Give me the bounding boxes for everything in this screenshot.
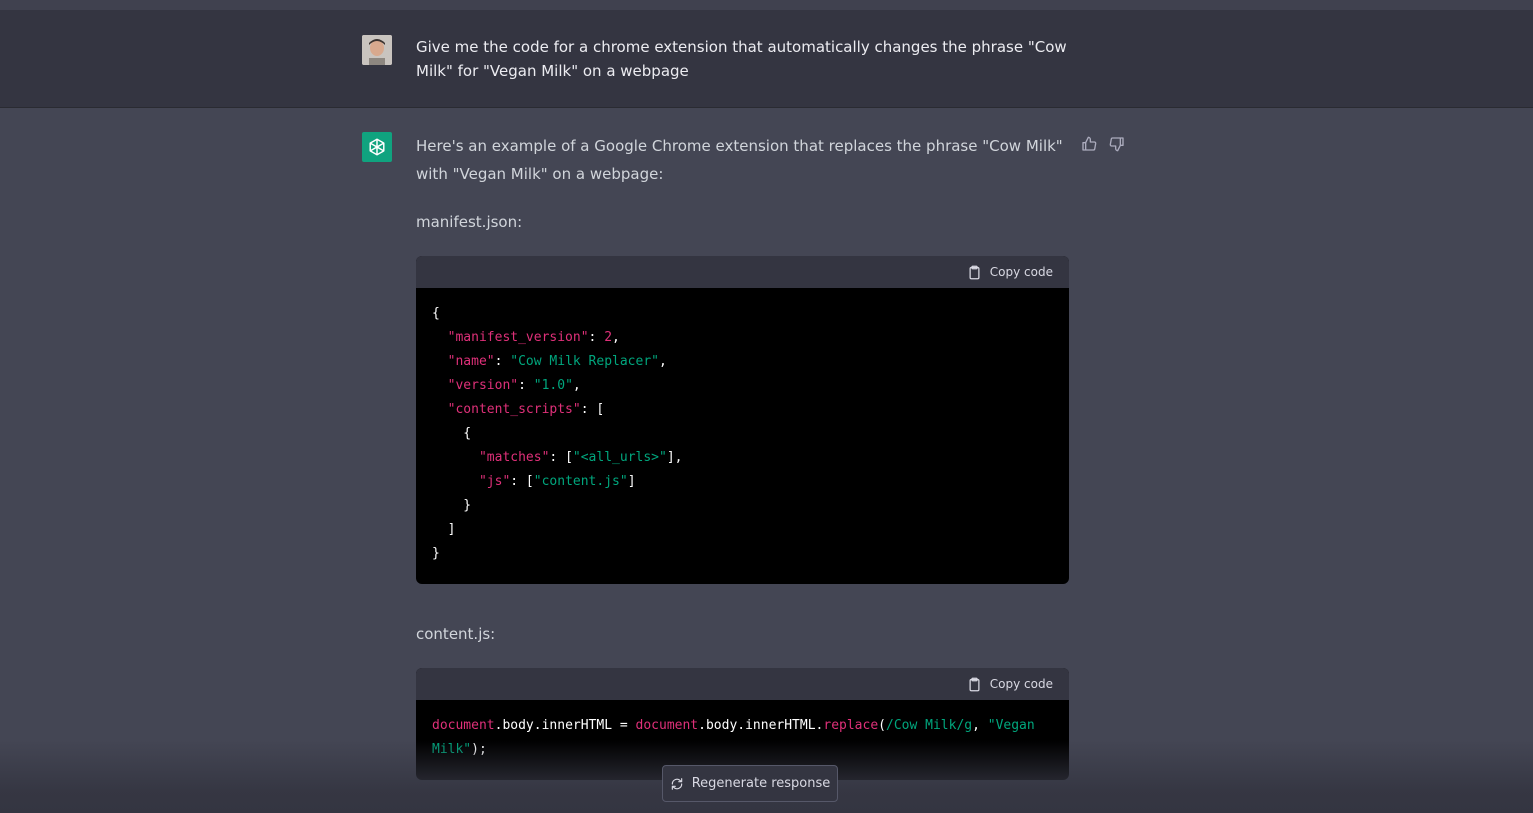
code-string: "Cow Milk Replacer": [510, 354, 659, 369]
code-token: .body.innerHTML.: [698, 718, 824, 733]
code-key: "matches": [478, 450, 550, 465]
refresh-icon: [671, 777, 682, 790]
manifest-code: { "manifest_version": 2, "name": "Cow Mi…: [432, 306, 683, 561]
code-key: "content_scripts": [447, 402, 581, 417]
code-token: }: [432, 546, 440, 561]
code-key: "js": [478, 474, 511, 489]
user-photo-icon: [362, 35, 392, 65]
code-token: replace: [823, 718, 879, 733]
openai-logo-icon: [369, 138, 385, 156]
code-string: "1.0": [533, 378, 573, 393]
code-string: "content.js": [533, 474, 628, 489]
regenerate-response-button[interactable]: Regenerate response: [662, 765, 838, 802]
code-token: /Cow Milk/g: [886, 718, 973, 733]
code-token: document: [635, 718, 699, 733]
copy-code-label: Copy code: [989, 677, 1053, 691]
user-message-text: Give me the code for a chrome extension …: [416, 38, 1067, 80]
top-strip: [0, 0, 1533, 10]
user-message-row: Give me the code for a chrome extension …: [0, 10, 1533, 108]
content-filename-label: content.js:: [416, 625, 496, 643]
copy-code-button[interactable]: Copy code: [967, 677, 1053, 692]
content-code-block: Copy code document.body.innerHTML = docu…: [416, 668, 1069, 780]
thumbs-down-icon: [1109, 137, 1124, 152]
manifest-filename-label: manifest.json:: [416, 213, 523, 231]
user-avatar: [362, 35, 392, 65]
code-token: .body.innerHTML =: [494, 718, 636, 733]
thumbs-up-button[interactable]: [1079, 134, 1099, 154]
assistant-avatar: [362, 132, 392, 162]
code-key: "name": [447, 354, 495, 369]
code-string: "<all_urls>": [572, 450, 667, 465]
copy-code-button[interactable]: Copy code: [967, 265, 1053, 280]
code-number: 2: [604, 330, 613, 345]
code-token: Milk": [432, 742, 472, 757]
code-token: "Vegan: [987, 718, 1035, 733]
regenerate-label: Regenerate response: [691, 776, 831, 791]
code-token: document: [432, 718, 495, 733]
thumbs-up-icon: [1082, 136, 1097, 151]
code-header: Copy code: [416, 668, 1069, 700]
code-token: ,: [972, 718, 988, 733]
code-key: "version": [447, 378, 519, 393]
code-token: );: [471, 742, 487, 757]
code-key: "manifest_version": [447, 330, 589, 345]
clipboard-icon: [969, 677, 980, 691]
assistant-intro-text: Here's an example of a Google Chrome ext…: [416, 137, 1063, 183]
copy-code-label: Copy code: [989, 265, 1053, 279]
manifest-code-block: Copy code { "manifest_version": 2, "name…: [416, 256, 1069, 584]
code-token: (: [878, 718, 886, 733]
thumbs-down-button[interactable]: [1107, 134, 1127, 154]
code-token: {: [432, 306, 440, 321]
code-header: Copy code: [416, 256, 1069, 288]
clipboard-icon: [969, 265, 980, 279]
